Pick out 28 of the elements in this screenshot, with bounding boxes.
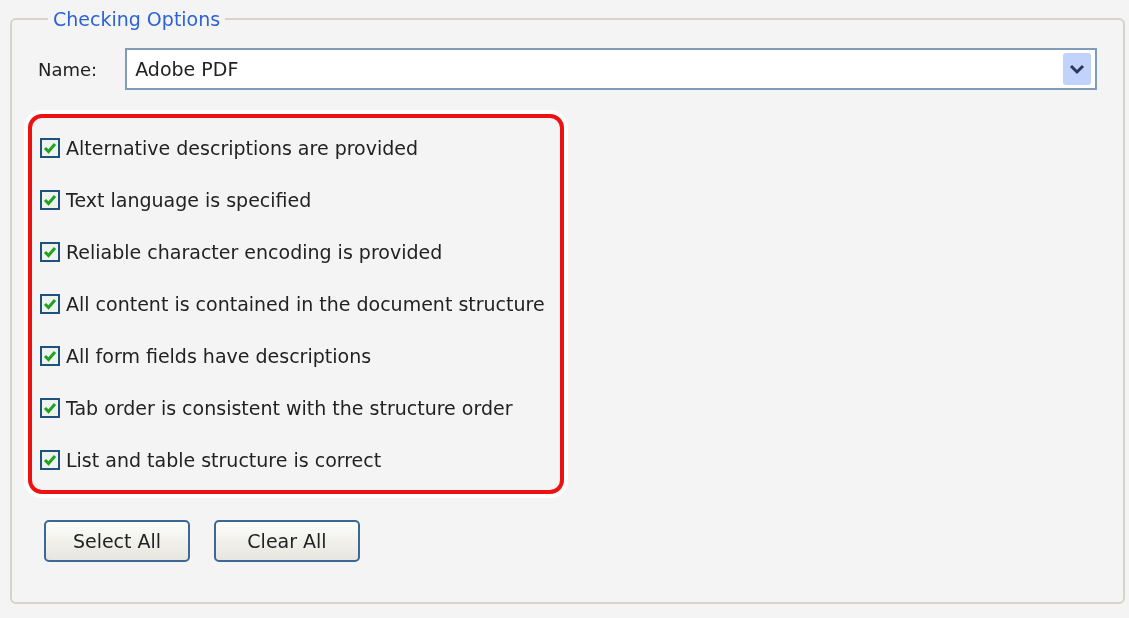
checkbox[interactable] [40,190,60,210]
option-label: Text language is specified [66,189,312,211]
checkbox[interactable] [40,138,60,158]
dropdown-button[interactable] [1063,53,1091,85]
name-label: Name: [38,58,98,80]
checkbox[interactable] [40,450,60,470]
clear-all-button[interactable]: Clear All [214,520,360,562]
option-label: All form fields have descriptions [66,345,372,367]
group-title: Checking Options [52,8,222,30]
option-label: Tab order is consistent with the structure order [66,397,513,419]
checkmark-icon [43,246,57,258]
checkbox[interactable] [40,242,60,262]
checkmark-icon [43,194,57,206]
checkbox[interactable] [40,398,60,418]
checkmark-icon [43,142,57,154]
name-dropdown[interactable]: Adobe PDF [125,48,1097,90]
checkmark-icon [43,350,57,362]
option-label: Reliable character encoding is provided [66,241,443,263]
chevron-down-icon [1069,63,1085,75]
select-all-button[interactable]: Select All [44,520,190,562]
checkmark-icon [43,402,57,414]
checkbox[interactable] [40,294,60,314]
checkbox[interactable] [40,346,60,366]
option-label: Alternative descriptions are provided [66,137,419,159]
option-label: All content is contained in the document structure [66,293,545,315]
option-label: List and table structure is correct [66,449,382,471]
checkmark-icon [43,298,57,310]
checkmark-icon [43,454,57,466]
